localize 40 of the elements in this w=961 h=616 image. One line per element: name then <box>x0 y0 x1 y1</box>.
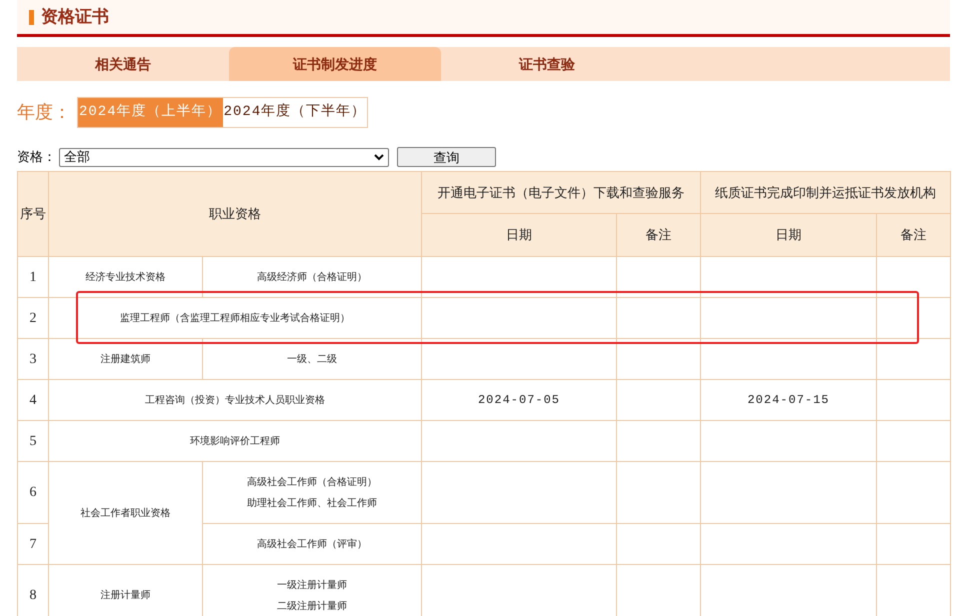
filter-label: 资格： <box>17 148 57 166</box>
table-cell: 2024-07-05 <box>422 380 616 420</box>
year-label: 年度： <box>17 101 72 124</box>
table-cell: 1 <box>18 256 48 298</box>
table-cell: 4 <box>18 380 48 420</box>
header-cell: 备注 <box>616 214 700 256</box>
table-cell: 2 <box>18 298 48 338</box>
level-text: 助理社会工作师、社会工作师 <box>246 496 378 510</box>
accent-bar-icon <box>29 10 34 24</box>
table-cell: 7 <box>18 524 48 564</box>
level-text: 高级经济师（合格证明） <box>256 270 368 284</box>
header-cell: 开通电子证书（电子文件）下载和查验服务 <box>422 172 700 214</box>
table-cell: 注册建筑师 <box>48 338 202 380</box>
table-cell: 工程咨询（投资）专业技术人员职业资格 <box>48 380 422 420</box>
table-cell: 社会工作者职业资格 <box>48 462 202 564</box>
table-cell: 5 <box>18 420 48 462</box>
level-text: 一级、二级 <box>286 352 338 366</box>
header-cell: 职业资格 <box>48 172 422 256</box>
header-cell: 序号 <box>18 172 48 256</box>
tab[interactable]: 相关通告 <box>17 47 229 81</box>
table-cell: 6 <box>18 462 48 524</box>
chevron-down-icon <box>374 154 384 160</box>
table-cell: 3 <box>18 338 48 380</box>
tab[interactable]: 证书查验 <box>441 47 653 81</box>
query-button[interactable]: 查询 <box>397 147 496 167</box>
level-text: 高级社会工作师（评审） <box>256 538 368 552</box>
qualification-select[interactable]: 全部 <box>59 148 389 166</box>
header-cell: 备注 <box>876 214 950 256</box>
page-title: 资格证书 <box>41 6 109 28</box>
table-cell: 经济专业技术资格 <box>48 256 202 298</box>
table-cell: 2024-07-15 <box>700 380 876 420</box>
header-cell: 日期 <box>422 214 616 256</box>
table-cell: 8 <box>18 564 48 616</box>
header-cell: 日期 <box>700 214 876 256</box>
level-text: 二级注册计量师 <box>276 600 348 614</box>
tab[interactable]: 证书制发进度 <box>229 47 441 81</box>
table-cell: 环境影响评价工程师 <box>48 420 422 462</box>
level-text: 一级注册计量师 <box>276 578 348 592</box>
level-text: 高级社会工作师（合格证明） <box>246 476 378 490</box>
header-cell: 纸质证书完成印制并运抵证书发放机构 <box>700 172 950 214</box>
